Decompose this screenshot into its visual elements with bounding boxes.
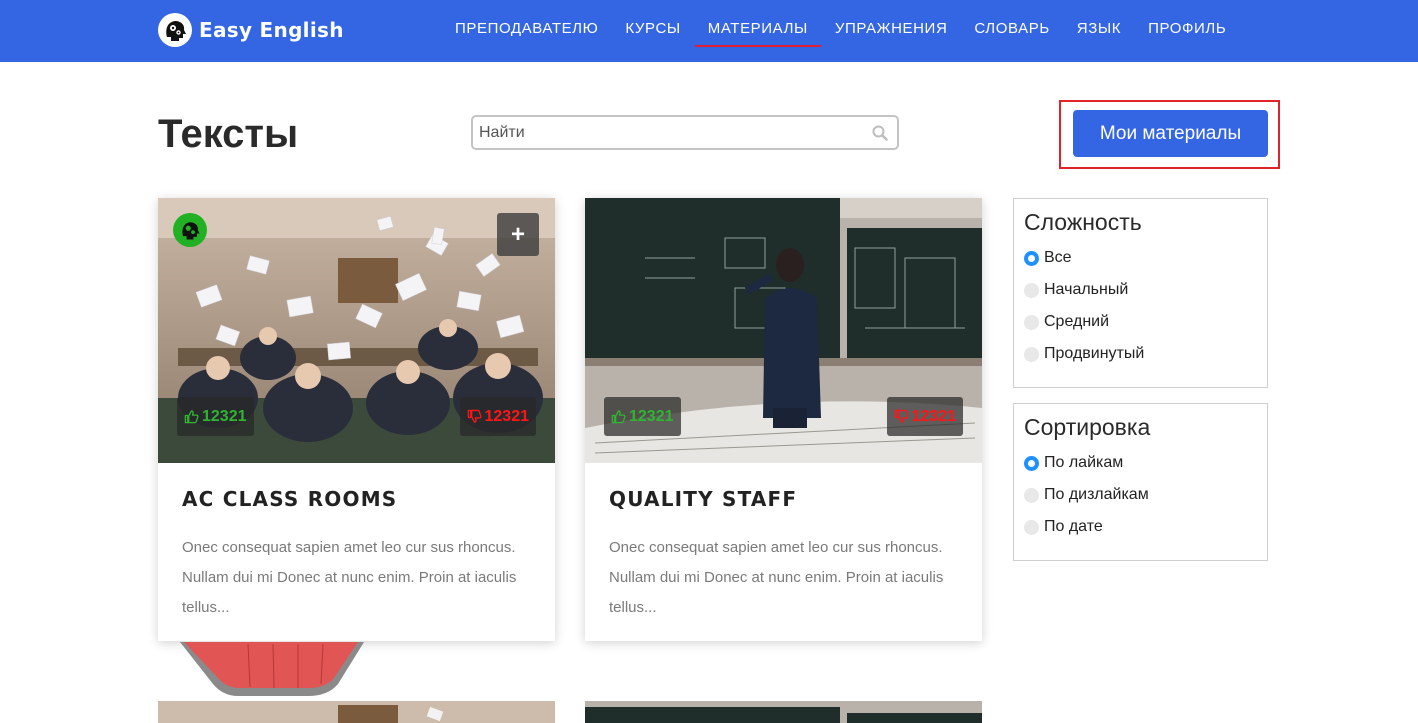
thumbs-down-icon bbox=[467, 409, 482, 423]
radio-label: Начальный bbox=[1044, 281, 1129, 298]
radio-label: По дизлайкам bbox=[1044, 486, 1149, 503]
radio-label: По лайкам bbox=[1044, 454, 1124, 471]
search-input[interactable] bbox=[473, 117, 870, 148]
dislikes-count: 12321 bbox=[911, 407, 957, 425]
filter-title: Сложность bbox=[1024, 209, 1142, 235]
radio-option-by-likes[interactable]: По лайкам bbox=[1024, 447, 1257, 479]
search-box bbox=[471, 115, 899, 150]
radio-option-beginner[interactable]: Начальный bbox=[1024, 274, 1257, 306]
radio-label: Средний bbox=[1044, 313, 1110, 330]
nav-item-language[interactable]: ЯЗЫК bbox=[1077, 0, 1121, 62]
thumbs-up-icon bbox=[611, 410, 626, 424]
radio-button[interactable] bbox=[1024, 314, 1039, 330]
brain-gears-icon bbox=[182, 222, 200, 240]
page-title: Тексты bbox=[158, 112, 299, 156]
filter-title: Сортировка bbox=[1024, 414, 1151, 440]
radio-option-advanced[interactable]: Продвинутый bbox=[1024, 338, 1257, 370]
radio-button-checked[interactable] bbox=[1024, 455, 1039, 471]
dislikes-count: 12321 bbox=[484, 407, 530, 425]
likes-count: 12321 bbox=[202, 407, 247, 425]
radio-button[interactable] bbox=[1024, 282, 1039, 298]
card-title[interactable]: AC CLASS ROOMS bbox=[182, 487, 531, 511]
radio-option-intermediate[interactable]: Средний bbox=[1024, 306, 1257, 338]
card-excerpt: Onec consequat sapien amet leo cur sus r… bbox=[182, 539, 517, 616]
radio-label: Все bbox=[1044, 249, 1072, 266]
radio-option-by-date[interactable]: По дате bbox=[1024, 511, 1257, 543]
my-materials-button[interactable]: Мои материалы bbox=[1073, 110, 1268, 157]
likes-badge[interactable]: 12321 bbox=[604, 397, 681, 436]
main-nav: ПРЕПОДАВАТЕЛЮ КУРСЫ МАТЕРИАЛЫ УПРАЖНЕНИЯ… bbox=[455, 0, 1253, 62]
likes-badge[interactable]: 12321 bbox=[177, 397, 254, 436]
nav-item-teacher[interactable]: ПРЕПОДАВАТЕЛЮ bbox=[455, 0, 598, 62]
card-image-teacher: 12321 12321 bbox=[585, 198, 982, 463]
card-image-classroom: + 12321 12321 bbox=[158, 198, 555, 463]
dislikes-badge[interactable]: 12321 bbox=[459, 397, 536, 436]
thumbs-down-icon bbox=[894, 409, 909, 423]
radio-option-all[interactable]: Все bbox=[1024, 242, 1257, 274]
teacher-photo bbox=[585, 701, 982, 723]
add-to-materials-button[interactable]: + bbox=[497, 213, 539, 256]
dislikes-badge[interactable]: 12321 bbox=[886, 397, 963, 436]
plus-icon: + bbox=[510, 220, 525, 248]
brand-name: Easy English bbox=[199, 18, 344, 42]
radio-button[interactable] bbox=[1024, 487, 1039, 503]
radio-button[interactable] bbox=[1024, 519, 1039, 535]
classroom-photo bbox=[158, 701, 555, 723]
top-navbar: Easy English ПРЕПОДАВАТЕЛЮ КУРСЫ МАТЕРИА… bbox=[0, 0, 1418, 62]
material-card-peek[interactable] bbox=[585, 701, 982, 723]
radio-label: Продвинутый bbox=[1044, 345, 1145, 362]
brain-gears-icon bbox=[158, 13, 192, 47]
card-body: AC CLASS ROOMS Onec consequat sapien ame… bbox=[158, 463, 555, 641]
sort-filter: Сортировка По лайкам По дизлайкам По дат… bbox=[1013, 403, 1268, 561]
card-excerpt: Onec consequat sapien amet leo cur sus r… bbox=[609, 539, 944, 616]
brand[interactable]: Easy English bbox=[158, 12, 344, 48]
radio-option-by-dislikes[interactable]: По дизлайкам bbox=[1024, 479, 1257, 511]
radio-button-checked[interactable] bbox=[1024, 250, 1039, 266]
likes-count: 12321 bbox=[629, 407, 674, 425]
book-decoration bbox=[180, 642, 364, 696]
nav-item-exercises[interactable]: УПРАЖНЕНИЯ bbox=[835, 0, 947, 62]
difficulty-filter: Сложность Все Начальный Средний Продвину… bbox=[1013, 198, 1268, 388]
nav-item-materials[interactable]: МАТЕРИАЛЫ bbox=[694, 0, 822, 62]
thumbs-up-icon bbox=[184, 410, 199, 424]
nav-item-courses[interactable]: КУРСЫ bbox=[625, 0, 680, 62]
nav-item-dictionary[interactable]: СЛОВАРЬ bbox=[974, 0, 1049, 62]
card-body: QUALITY STAFF Onec consequat sapien amet… bbox=[585, 463, 982, 641]
radio-label: По дате bbox=[1044, 518, 1103, 535]
nav-item-profile[interactable]: ПРОФИЛЬ bbox=[1148, 0, 1226, 62]
author-avatar[interactable] bbox=[173, 213, 207, 247]
material-card[interactable]: 12321 12321 QUALITY STAFF Onec consequat… bbox=[585, 198, 982, 641]
radio-button[interactable] bbox=[1024, 346, 1039, 362]
search-icon[interactable] bbox=[870, 123, 890, 143]
material-card[interactable]: + 12321 12321 AC CLASS ROOMS Onec conseq… bbox=[158, 198, 555, 641]
card-title[interactable]: QUALITY STAFF bbox=[609, 487, 958, 511]
material-card-peek[interactable] bbox=[158, 701, 555, 723]
